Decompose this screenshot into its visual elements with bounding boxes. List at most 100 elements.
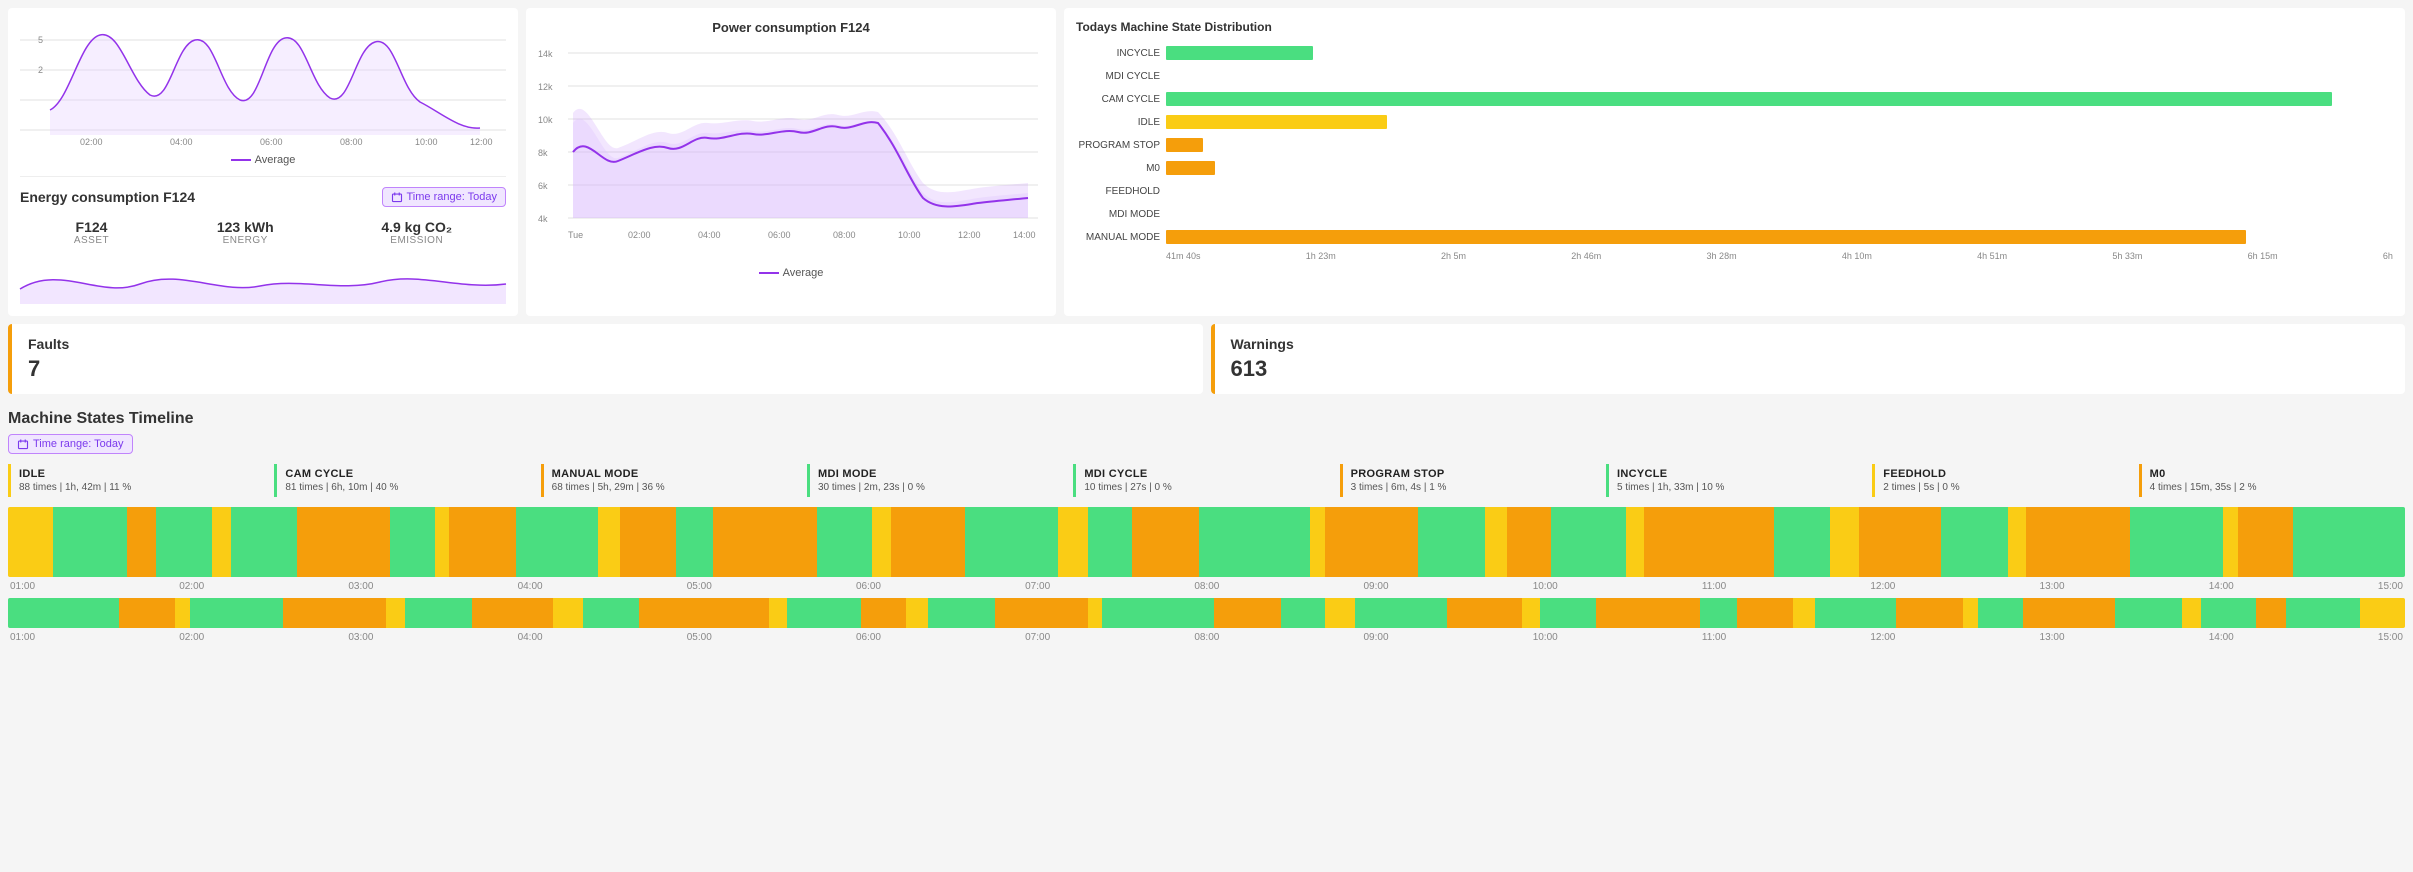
state-dist-xaxis-label: 2h 5m [1441,251,1466,261]
state-bar-row: CAM CYCLE [1076,90,2393,108]
state-dist-xaxis-label: 5h 33m [2112,251,2142,261]
timeline-segment [583,598,639,628]
state-legend-stats: 2 times | 5s | 0 % [1883,482,2130,493]
timeline-axis-label: 09:00 [1364,632,1389,643]
timeline-segment [53,507,127,577]
timeline-bar-main [8,507,2405,577]
timeline-segment [2115,598,2182,628]
timeline-segment [1447,598,1521,628]
svg-text:08:00: 08:00 [833,230,856,240]
state-legend-name: FEEDHOLD [1883,468,2130,480]
faults-panel: Faults 7 [8,324,1203,394]
timeline-axis-label: 01:00 [10,581,35,592]
warnings-count: 613 [1231,356,2390,382]
faults-count: 7 [28,356,1187,382]
state-legend-item: MANUAL MODE 68 times | 5h, 29m | 36 % [541,464,807,497]
timeline-segment [1058,507,1088,577]
state-bar-row: IDLE [1076,113,2393,131]
state-legend-stats: 81 times | 6h, 10m | 40 % [285,482,532,493]
timeline-segment [1214,598,1281,628]
timeline-axis-label: 15:00 [2378,581,2403,592]
state-legend-name: INCYCLE [1617,468,1864,480]
state-bar-row: FEEDHOLD [1076,182,2393,200]
state-bars: INCYCLE MDI CYCLE CAM CYCLE IDLE PROGRAM… [1076,44,2393,246]
timeline-segment [1199,507,1310,577]
energy-title: Energy consumption F124 [20,189,195,205]
timeline-segment [1522,598,1541,628]
state-bar-label: M0 [1076,163,1166,174]
timeline-bar-secondary [8,598,2405,628]
svg-text:06:00: 06:00 [260,137,283,147]
state-bar-label: IDLE [1076,117,1166,128]
timeline-segment [516,507,598,577]
timeline-segment [386,598,405,628]
timeline-axis-label: 01:00 [10,632,35,643]
state-bar-track [1166,161,2393,175]
timeline-axis-label: 11:00 [1702,581,1726,592]
state-bar-track [1166,184,2393,198]
svg-text:06:00: 06:00 [768,230,791,240]
state-legend-name: IDLE [19,468,266,480]
svg-text:04:00: 04:00 [170,137,193,147]
svg-text:6k: 6k [538,181,548,191]
svg-text:02:00: 02:00 [628,230,651,240]
timeline-segment [553,598,583,628]
state-bar-row: INCYCLE [1076,44,2393,62]
timeline-segment [2026,507,2130,577]
warnings-title: Warnings [1231,336,2390,352]
state-legend-item: MDI CYCLE 10 times | 27s | 0 % [1073,464,1339,497]
state-dist-xaxis-label: 6h [2383,251,2393,261]
state-bar-track [1166,207,2393,221]
timeline-axis2: 01:0002:0003:0004:0005:0006:0007:0008:00… [8,632,2405,643]
timeline-axis-label: 09:00 [1364,581,1389,592]
timeline-axis-label: 06:00 [856,632,881,643]
timeline-axis-label: 13:00 [2040,581,2065,592]
timeline-segment [620,507,676,577]
timeline-segment [2201,598,2257,628]
state-legend-stats: 88 times | 1h, 42m | 11 % [19,482,266,493]
state-bar-label: FEEDHOLD [1076,186,1166,197]
svg-text:10:00: 10:00 [415,137,438,147]
timeline-segment [212,507,231,577]
timeline-segment [1418,507,1485,577]
timeline-segment [639,598,769,628]
state-bar-label: MDI CYCLE [1076,71,1166,82]
state-dist-xaxis-label: 4h 10m [1842,251,1872,261]
timeline-segment [1774,507,1830,577]
timeline-segment [435,507,450,577]
timeline-time-range-button[interactable]: Time range: Today [8,434,133,454]
timeline-axis-label: 03:00 [348,581,373,592]
timeline-segment [1485,507,1507,577]
timeline-axis-label: 12:00 [1870,632,1895,643]
timeline-axis-label: 04:00 [518,581,543,592]
timeline-axis-label: 14:00 [2209,581,2234,592]
state-legend-stats: 5 times | 1h, 33m | 10 % [1617,482,1864,493]
time-range-button[interactable]: Time range: Today [382,187,507,207]
energy-chart-legend: Average [255,154,296,166]
state-legend-name: MANUAL MODE [552,468,799,480]
svg-text:10k: 10k [538,115,553,125]
timeline-axis-label: 04:00 [518,632,543,643]
warnings-panel: Warnings 613 [1211,324,2406,394]
timeline-axis-label: 05:00 [687,581,712,592]
timeline-time-range-label: Time range: Today [33,438,124,450]
timeline-segment [1963,598,1978,628]
timeline-segment [390,507,435,577]
state-legend-stats: 10 times | 27s | 0 % [1084,482,1331,493]
state-dist-xaxis-label: 6h 15m [2248,251,2278,261]
timeline-segment [2223,507,2238,577]
time-range-label: Time range: Today [407,191,498,203]
timeline-segment [2286,598,2360,628]
timeline-segment [817,507,873,577]
timeline-segment [995,598,1088,628]
state-bar-label: MDI MODE [1076,209,1166,220]
state-bar-track [1166,138,2393,152]
timeline-axis-label: 03:00 [348,632,373,643]
state-bar-label: MANUAL MODE [1076,232,1166,243]
timeline-segment [1088,507,1133,577]
state-legend-stats: 30 times | 2m, 23s | 0 % [818,482,1065,493]
state-bar-track [1166,230,2393,244]
state-bar-row: PROGRAM STOP [1076,136,2393,154]
timeline-segment [1815,598,1897,628]
timeline-segment [713,507,817,577]
